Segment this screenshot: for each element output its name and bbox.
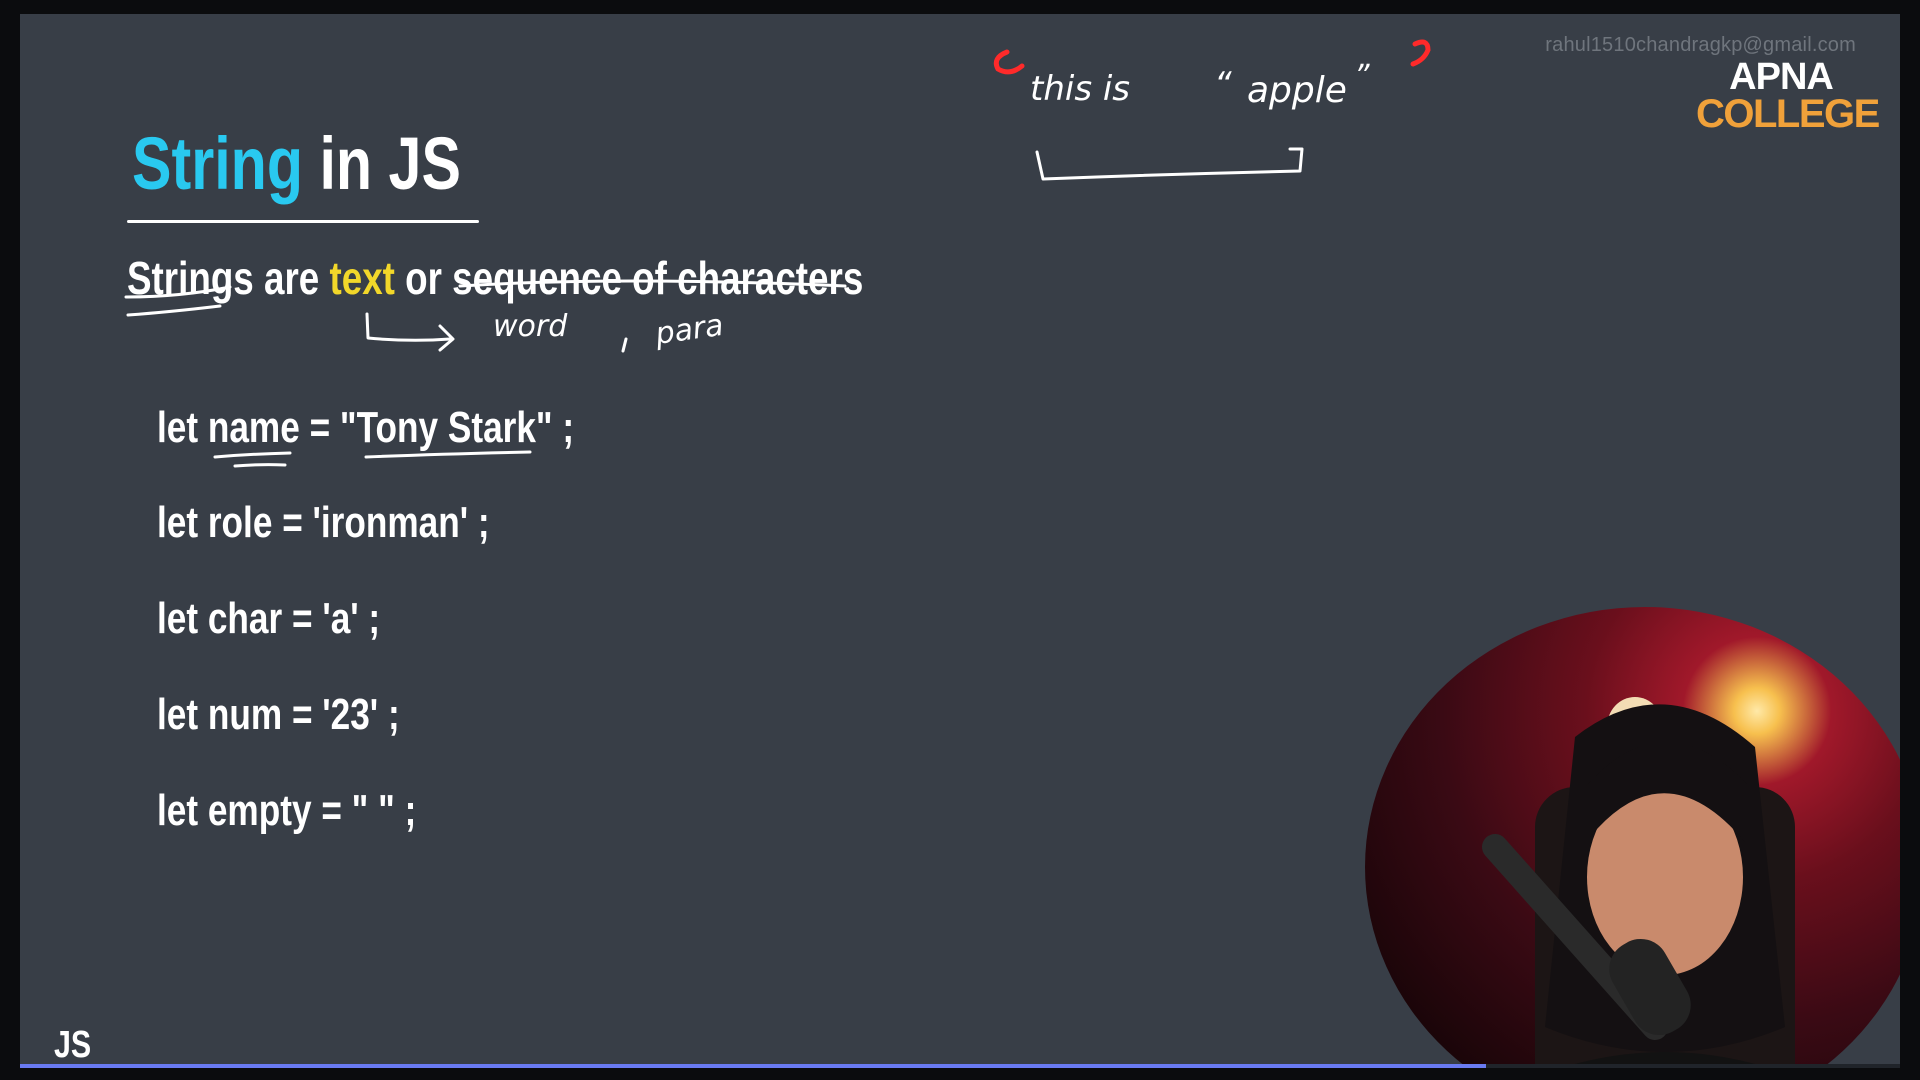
arrow-stem <box>365 312 452 342</box>
video-progress-bar[interactable] <box>20 1064 1900 1068</box>
apna-college-logo: APNA COLLEGE <box>1696 56 1880 136</box>
logo-line2: COLLEGE <box>1696 92 1880 136</box>
underline-strings-2 <box>126 304 222 317</box>
subtitle-part2: or <box>394 252 453 304</box>
video-frame: String in JS Strings are text or sequenc… <box>0 0 1920 1080</box>
footer-label: JS <box>54 1024 92 1066</box>
presenter-figure <box>1482 697 1795 1066</box>
red-open-quote-mark <box>993 49 1025 75</box>
slide: String in JS Strings are text or sequenc… <box>20 14 1900 1066</box>
video-progress-fill <box>20 1064 1487 1068</box>
subtitle-highlight: text <box>329 252 395 304</box>
word-note: word <box>493 309 568 344</box>
code-line-char: let char = 'a' ; <box>157 594 381 643</box>
apple-note: apple <box>1247 70 1347 111</box>
title-accent: String <box>132 122 304 205</box>
close-quote: ” <box>1354 59 1370 94</box>
code-line-role: let role = 'ironman' ; <box>157 498 490 547</box>
red-close-quote-mark <box>1410 39 1431 67</box>
title-rest: in JS <box>319 122 461 205</box>
arrowhead <box>438 324 455 352</box>
watermark-email: rahul1510chandragkp@gmail.com <box>1545 34 1856 56</box>
comma-mark <box>621 337 628 353</box>
para-note: para <box>652 308 725 352</box>
subtitle-part3: sequence of characters <box>452 252 864 304</box>
underline-name-2 <box>233 463 287 468</box>
code-line-num: let num = '23' ; <box>157 690 400 739</box>
logo-line1: APNA <box>1729 56 1834 98</box>
title-underline <box>127 220 479 223</box>
underline-tony-stark <box>364 450 532 459</box>
sentence-note: this is <box>1030 69 1130 109</box>
webcam-presenter-video <box>1365 607 1900 1066</box>
open-quote: “ <box>1214 65 1232 105</box>
slide-title: String in JS <box>132 127 543 202</box>
code-line-name: let name = "Tony Stark" ; <box>157 403 575 452</box>
code-line-empty: let empty = " " ; <box>157 786 417 835</box>
underline-name-1 <box>213 451 292 459</box>
slide-subtitle: Strings are text or sequence of characte… <box>127 255 1047 302</box>
subtitle-part1: Strings are <box>127 252 330 304</box>
bracket-underline <box>1035 147 1304 181</box>
